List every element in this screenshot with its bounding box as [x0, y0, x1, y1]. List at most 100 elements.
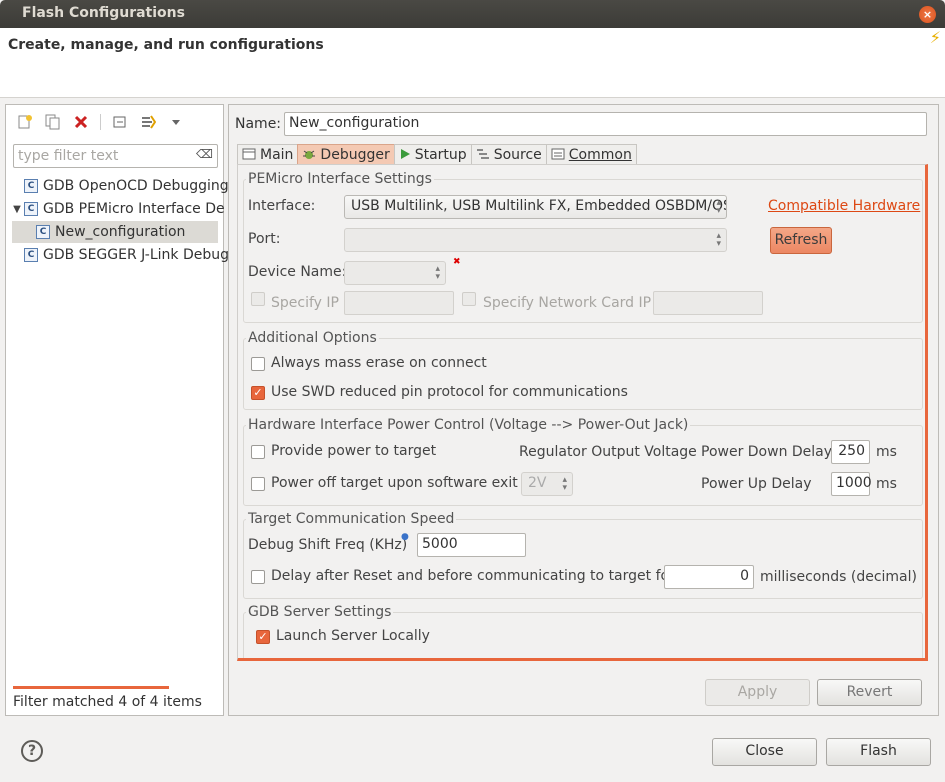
bolt-icon: ⚡: [929, 28, 941, 47]
flash-button[interactable]: Flash: [826, 738, 931, 766]
tab-startup-label: Startup: [414, 147, 467, 163]
close-window-icon[interactable]: ×: [919, 6, 936, 23]
configuration-editor: Name: New_configuration Main Debugger St…: [228, 104, 939, 716]
tab-startup[interactable]: Startup: [393, 144, 472, 165]
compatible-hardware-link[interactable]: Compatible Hardware: [768, 198, 920, 214]
dialog-subtitle: Create, manage, and run configurations: [8, 37, 324, 53]
tab-main[interactable]: Main: [237, 144, 299, 165]
configuration-list-pane: type filter text ⌫ C GDB OpenOCD Debuggi…: [5, 104, 229, 716]
help-icon[interactable]: ?: [21, 740, 43, 762]
clear-filter-icon[interactable]: ⌫: [196, 147, 213, 161]
collapse-all-icon[interactable]: [109, 111, 131, 133]
device-name-select[interactable]: ▴ ▾: [344, 261, 446, 285]
specify-network-card-ip-checkbox[interactable]: [462, 292, 476, 306]
power-off-exit-checkbox[interactable]: [251, 477, 265, 491]
tree-item-jlink[interactable]: C GDB SEGGER J-Link Debug: [24, 244, 229, 266]
provide-power-checkbox[interactable]: [251, 445, 265, 459]
tab-source-label: Source: [493, 147, 542, 163]
device-name-label: Device Name:: [248, 264, 347, 280]
power-down-delay-input[interactable]: 250: [831, 440, 870, 464]
spinner-arrows-icon: ▴ ▾: [562, 475, 567, 493]
duplicate-icon[interactable]: [42, 111, 64, 133]
dropdown-icon[interactable]: [165, 111, 187, 133]
delete-icon[interactable]: [70, 111, 92, 133]
main-tab-icon: [242, 148, 256, 163]
power-control-group: [243, 425, 923, 506]
ms-label: ms: [876, 476, 897, 492]
tab-common-label: Common: [568, 147, 632, 163]
mass-erase-label: Always mass erase on connect: [271, 355, 487, 371]
filter-progress-bar: [13, 686, 169, 689]
voltage-value: 2V: [528, 475, 547, 491]
dialog-header: Create, manage, and run configurations ⚡: [0, 28, 945, 98]
power-control-title: Hardware Interface Power Control (Voltag…: [246, 417, 691, 433]
refresh-button[interactable]: Refresh: [770, 227, 832, 254]
speed-title: Target Communication Speed: [246, 511, 457, 527]
filter-status: Filter matched 4 of 4 items: [13, 694, 202, 710]
tab-debugger[interactable]: Debugger: [297, 144, 395, 165]
expanded-arrow-icon[interactable]: ▼: [10, 204, 24, 215]
pemicro-settings-title: PEMicro Interface Settings: [246, 171, 434, 187]
info-icon: ●: [401, 532, 409, 542]
tab-debugger-label: Debugger: [320, 147, 390, 163]
name-input[interactable]: New_configuration: [284, 112, 927, 136]
tree-item-openocd[interactable]: C GDB OpenOCD Debugging: [24, 175, 229, 197]
source-icon: [476, 148, 490, 163]
toolbar-divider: [100, 114, 101, 130]
name-label: Name:: [235, 116, 282, 132]
play-icon: [399, 148, 411, 163]
swd-reduced-checkbox[interactable]: ✓: [251, 386, 265, 400]
filter-input[interactable]: type filter text ⌫: [13, 144, 218, 168]
config-type-icon: C: [24, 248, 38, 262]
network-card-ip-input[interactable]: [653, 291, 763, 315]
new-config-icon[interactable]: [14, 111, 36, 133]
config-type-icon: C: [24, 179, 38, 193]
tab-main-label: Main: [260, 147, 294, 163]
launch-locally-checkbox[interactable]: ✓: [256, 630, 270, 644]
config-type-icon: C: [24, 202, 38, 216]
tree-item-label: New_configuration: [55, 224, 186, 240]
ip-input[interactable]: [344, 291, 454, 315]
interface-label: Interface:: [248, 198, 316, 214]
power-up-delay-input[interactable]: 1000: [831, 472, 872, 496]
spinner-arrows-icon: ▴ ▾: [435, 264, 440, 282]
tree-item-new-configuration[interactable]: C New_configuration: [12, 221, 218, 243]
specify-network-card-ip-label: Specify Network Card IP: [483, 295, 652, 311]
config-icon: C: [36, 225, 50, 239]
power-up-delay-label: Power Up Delay: [701, 476, 812, 492]
delay-after-reset-label: Delay after Reset and before communicati…: [271, 568, 675, 584]
window-title: Flash Configurations: [22, 5, 185, 21]
gdb-server-title: GDB Server Settings: [246, 604, 394, 620]
interface-select[interactable]: USB Multilink, USB Multilink FX, Embedde…: [344, 195, 727, 219]
port-label: Port:: [248, 231, 281, 247]
tree-item-pemicro[interactable]: ▼ C GDB PEMicro Interface De: [10, 198, 224, 220]
launch-locally-label: Launch Server Locally: [276, 628, 430, 644]
tab-source[interactable]: Source: [470, 144, 547, 165]
spinner-arrows-icon: ▴ ▾: [716, 198, 721, 216]
title-bar: Flash Configurations ×: [0, 0, 945, 28]
delay-after-reset-checkbox[interactable]: [251, 570, 265, 584]
tab-common[interactable]: Common: [545, 144, 637, 165]
provide-power-label: Provide power to target: [271, 443, 437, 459]
specify-ip-checkbox[interactable]: [251, 292, 265, 306]
power-down-delay-label: Power Down Delay: [701, 444, 833, 460]
port-select[interactable]: ▴ ▾: [344, 228, 727, 252]
voltage-select[interactable]: 2V ▴ ▾: [521, 472, 573, 496]
speed-group: [243, 519, 923, 599]
ms-label: ms: [876, 444, 897, 460]
editor-tabs: Main Debugger Startup Source Common: [237, 144, 637, 165]
close-button[interactable]: Close: [712, 738, 817, 766]
revert-button[interactable]: Revert: [817, 679, 922, 706]
power-off-exit-label: Power off target upon software exit: [271, 475, 518, 491]
filter-placeholder: type filter text: [18, 148, 119, 164]
apply-button[interactable]: Apply: [705, 679, 810, 706]
regulator-voltage-label: Regulator Output Voltage: [519, 444, 697, 460]
filter-icon[interactable]: [137, 111, 159, 133]
swd-reduced-label: Use SWD reduced pin protocol for communi…: [271, 384, 628, 400]
delay-input[interactable]: 0: [664, 565, 754, 589]
shift-freq-input[interactable]: 5000: [417, 533, 526, 557]
mass-erase-checkbox[interactable]: [251, 357, 265, 371]
tree-item-label: GDB SEGGER J-Link Debug: [43, 247, 229, 263]
common-icon: [551, 148, 565, 163]
spinner-arrows-icon: ▴ ▾: [716, 231, 721, 249]
